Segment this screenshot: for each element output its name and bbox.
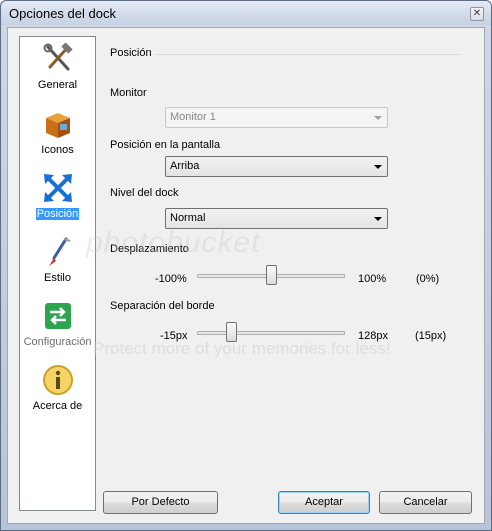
screen-position-label: Posición en la pantalla [110, 139, 221, 151]
edge-slider-track[interactable] [197, 331, 345, 335]
edge-value: (15px) [415, 330, 447, 342]
brush-icon [49, 237, 71, 266]
selected-label-text: Posición [35, 208, 80, 220]
dock-level-value: Normal [170, 212, 206, 224]
screen-position-value: Arriba [170, 160, 200, 172]
dock-options-window: Opciones del dock ✕ General Iconos Posic… [0, 0, 492, 531]
sidebar-item-label: Acerca de [32, 400, 83, 412]
monitor-select[interactable]: Monitor 1 [165, 107, 388, 128]
sidebar-item-iconos[interactable]: Iconos [20, 108, 95, 170]
screen-position-select[interactable]: Arriba [165, 156, 388, 177]
monitor-label: Monitor [110, 87, 147, 99]
info-icon [43, 365, 73, 395]
group-divider [155, 54, 462, 55]
accept-button[interactable]: Aceptar [278, 491, 370, 514]
edge-slider-thumb[interactable] [225, 322, 237, 342]
offset-slider-thumb[interactable] [265, 265, 277, 285]
window-content: General Iconos Posición Estilo Configura… [7, 27, 485, 524]
sidebar-item-general[interactable]: General [20, 43, 95, 105]
sidebar-item-label: General [37, 79, 78, 91]
sidebar: General Iconos Posición Estilo Configura… [19, 36, 96, 511]
sidebar-item-label: Posición [20, 208, 95, 220]
sidebar-item-label: Estilo [44, 272, 71, 284]
chevron-down-icon [374, 217, 382, 221]
arrows-icon [44, 174, 72, 202]
sidebar-item-estilo[interactable]: Estilo [20, 236, 95, 298]
sidebar-item-label: Configuración [23, 336, 92, 348]
offset-min-label: -100% [155, 273, 187, 285]
close-button[interactable]: ✕ [470, 7, 484, 21]
chevron-down-icon [374, 116, 382, 120]
offset-value: (0%) [416, 273, 440, 285]
dock-level-label: Nivel del dock [110, 187, 179, 199]
sidebar-item-configuracion[interactable]: Configuración [20, 300, 95, 362]
group-title: Posición [110, 47, 152, 59]
edge-max-label: 128px [358, 330, 388, 342]
cancel-button[interactable]: Cancelar [379, 491, 472, 514]
edge-min-label: -15px [160, 330, 188, 342]
offset-max-label: 100% [358, 273, 387, 285]
edge-distance-label: Separación del borde [110, 300, 215, 312]
sidebar-item-label: Iconos [41, 144, 74, 156]
sidebar-item-posicion[interactable]: Posición [20, 172, 95, 234]
box-icon [46, 113, 70, 138]
dock-level-select[interactable]: Normal [165, 208, 388, 229]
sidebar-item-acerca-de[interactable]: Acerca de [20, 364, 95, 426]
monitor-value: Monitor 1 [170, 111, 216, 123]
chevron-down-icon [374, 165, 382, 169]
title-bar[interactable]: Opciones del dock ✕ [1, 1, 491, 25]
window-title: Opciones del dock [9, 6, 116, 21]
tools-icon [43, 43, 73, 71]
config-icon [45, 303, 71, 329]
defaults-button[interactable]: Por Defecto [103, 491, 218, 514]
offset-label: Desplazamiento [110, 243, 189, 255]
position-group: Posición Monitor Monitor 1 Posición en l… [103, 47, 471, 342]
